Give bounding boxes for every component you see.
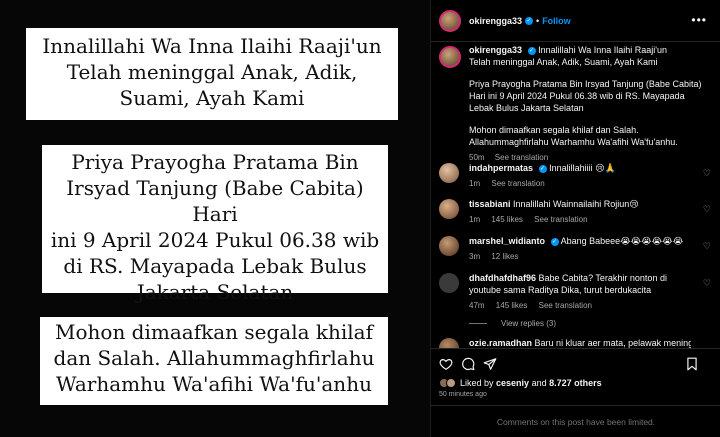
comment-item: dhafdhafdhaf96 Babe Cabita? Terakhir non…: [439, 272, 715, 312]
view-replies-button[interactable]: View replies (3): [469, 319, 556, 328]
replies-divider: [469, 323, 487, 324]
comment-meta: 47m 145 likes See translation: [469, 300, 691, 312]
comment-text: Innalillahi Wainnailaihi Rojiun😢: [513, 199, 639, 209]
caption-body: okirengga33 ✓ Innalillahi Wa Inna Ilaihi…: [469, 44, 709, 164]
commenter-avatar[interactable]: [439, 273, 459, 293]
post-caption: okirengga33 ✓ Innalillahi Wa Inna Ilaihi…: [431, 44, 720, 164]
commenter-avatar[interactable]: [439, 199, 459, 219]
commenter-avatar[interactable]: [439, 163, 459, 183]
announcement-box-2: Priya Prayogha Pratama Bin Irsyad Tanjun…: [42, 145, 388, 304]
author-avatar[interactable]: [439, 9, 461, 32]
post-actions-bar: [431, 348, 720, 380]
comment-body: dhafdhafdhaf96 Babe Cabita? Terakhir non…: [469, 272, 691, 312]
comment-likes[interactable]: 145 likes: [496, 301, 528, 310]
comment-meta: 3m 12 likes: [469, 251, 691, 263]
post-sidebar: okirengga33 ✓ • Follow ••• okirengga33 ✓…: [430, 0, 720, 437]
announcement-line: Suami, Ayah Kami: [119, 86, 305, 110]
caption-paragraph-2: Priya Prayogha Pratama Bin Irsyad Tanjun…: [469, 79, 702, 113]
like-comment-heart-icon[interactable]: ♡: [703, 278, 711, 289]
comment-body: indahpermatas ✓ Innalillahiiii 😢🙏 1m See…: [469, 162, 691, 190]
announcement-line: Jakarta Selatan: [136, 280, 294, 304]
comment-time: 3m: [469, 252, 481, 261]
likes-summary[interactable]: Liked by ceseniy and 8.727 others: [439, 378, 602, 388]
view-replies-label[interactable]: View replies (3): [501, 319, 556, 328]
likes-count[interactable]: 8.727 others: [549, 378, 602, 388]
verified-badge-icon: ✓: [550, 237, 559, 246]
caption-intro: okirengga33 ✓ Innalillahi Wa Inna Ilaihi…: [469, 44, 709, 68]
announcement-line: Innalillahi Wa Inna Ilaihi Raaji'un: [42, 34, 382, 58]
announcement-line: ini 9 April 2024 Pukul 06.38 wib: [50, 228, 380, 252]
comments-limited-notice: Comments on this post have been limited.: [431, 405, 720, 437]
post-image[interactable]: Innalillahi Wa Inna Ilaihi Raaji'un Tela…: [0, 0, 430, 437]
liker-username[interactable]: ceseniy: [496, 378, 529, 388]
comment-item: tissabiani Innalillahi Wainnailaihi Roji…: [439, 198, 715, 226]
liker-avatar: [446, 378, 456, 388]
comment-meta: 1m See translation: [469, 178, 691, 190]
comment-text: Abang Babeee😭😭😭😭😭😭: [560, 236, 684, 246]
share-send-icon[interactable]: [483, 357, 497, 371]
comment-time: 47m: [469, 301, 485, 310]
comment-item: marshel_widianto ✓ Abang Babeee😭😭😭😭😭😭 3m…: [439, 235, 715, 263]
comment-time: 1m: [469, 179, 481, 188]
likes-prefix: Liked by: [460, 378, 497, 388]
commenter-avatar[interactable]: [439, 236, 459, 256]
caption-avatar[interactable]: [439, 46, 461, 68]
like-comment-heart-icon[interactable]: ♡: [703, 204, 711, 215]
comment-likes[interactable]: 145 likes: [491, 215, 523, 224]
announcement-line: Telah meninggal Anak, Adik,: [66, 60, 358, 84]
caption-line-1: Innalillahi Wa Inna Ilaihi Raaji'un: [538, 45, 668, 55]
post-header: okirengga33 ✓ • Follow •••: [431, 0, 720, 42]
comment-text: Baru ni kluar aer mata, pelawak meningga…: [534, 338, 691, 348]
author-username[interactable]: okirengga33: [469, 16, 522, 26]
comment-bubble-icon[interactable]: [461, 357, 475, 371]
like-comment-heart-icon[interactable]: ♡: [703, 241, 711, 252]
see-translation-link[interactable]: See translation: [539, 301, 592, 310]
likes-and: and: [529, 378, 550, 388]
save-bookmark-icon[interactable]: [685, 357, 699, 371]
announcement-line: di RS. Mayapada Lebak Bulus: [63, 254, 367, 278]
comment-item: indahpermatas ✓ Innalillahiiii 😢🙏 1m See…: [439, 162, 715, 190]
commenter-username[interactable]: indahpermatas: [469, 163, 533, 173]
announcement-line: Priya Prayogha Pratama Bin: [71, 150, 359, 174]
comment-likes[interactable]: 12 likes: [491, 252, 518, 261]
caption-time: 50m: [469, 153, 485, 162]
commenter-username[interactable]: marshel_widianto: [469, 236, 545, 246]
announcement-box-3: Mohon dimaafkan segala khilaf dan Salah.…: [40, 317, 388, 405]
comment-meta: 1m 145 likes See translation: [469, 214, 691, 226]
commenter-username[interactable]: dhafdhafdhaf96: [469, 273, 536, 283]
likes-text: Liked by ceseniy and 8.727 others: [460, 378, 602, 388]
caption-paragraph-3: Mohon dimaafkan segala khilaf dan Salah.…: [469, 125, 678, 147]
announcement-line: dan Salah. Allahummaghfirlahu: [53, 346, 375, 370]
announcement-line: Irsyad Tanjung (Babe Cabita) Hari: [66, 176, 364, 226]
verified-badge-icon: ✓: [527, 46, 536, 55]
verified-badge-icon: ✓: [525, 16, 534, 25]
comment-text: Innalillahiiii 😢🙏: [549, 163, 616, 173]
announcement-box-1: Innalillahi Wa Inna Ilaihi Raaji'un Tela…: [26, 28, 398, 120]
announcement-line: Warhamhu Wa'afihi Wa'fu'anhu: [56, 372, 372, 396]
caption-username[interactable]: okirengga33: [469, 45, 522, 55]
follow-button[interactable]: Follow: [542, 16, 571, 26]
comment-time: 1m: [469, 215, 481, 224]
see-translation-link[interactable]: See translation: [491, 179, 544, 188]
caption-line-2: Telah meninggal Anak, Adik, Suami, Ayah …: [469, 57, 658, 67]
more-options-icon[interactable]: •••: [691, 13, 707, 27]
commenter-username[interactable]: tissabiani: [469, 199, 511, 209]
see-translation-link[interactable]: See translation: [495, 153, 548, 162]
verified-badge-icon: ✓: [538, 164, 547, 173]
like-heart-icon[interactable]: [439, 357, 453, 371]
like-comment-heart-icon[interactable]: ♡: [703, 168, 711, 179]
see-translation-link[interactable]: See translation: [534, 215, 587, 224]
announcement-line: Mohon dimaafkan segala khilaf: [55, 320, 373, 344]
separator-dot: •: [536, 15, 540, 26]
commenter-username[interactable]: ozie.ramadhan: [469, 338, 532, 348]
comment-body: marshel_widianto ✓ Abang Babeee😭😭😭😭😭😭 3m…: [469, 235, 691, 263]
post-timestamp[interactable]: 50 minutes ago: [439, 391, 487, 398]
comment-body: tissabiani Innalillahi Wainnailaihi Roji…: [469, 198, 691, 226]
